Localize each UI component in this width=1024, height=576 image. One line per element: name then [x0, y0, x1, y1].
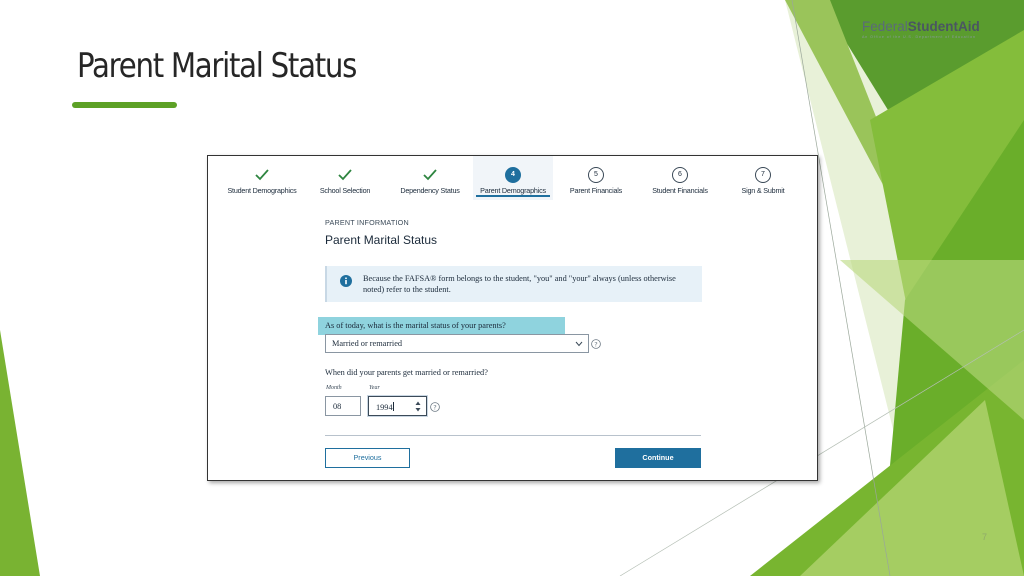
form-title: Parent Marital Status: [325, 233, 438, 247]
logo-student-aid: StudentAid: [907, 19, 980, 34]
step-label: School Selection: [319, 186, 371, 195]
step-label: Parent Financials: [569, 186, 623, 195]
marital-question-highlight: As of today, what is the marital status …: [318, 317, 565, 335]
page-number: 7: [982, 532, 988, 542]
step-label: Parent Demographics: [480, 186, 546, 195]
step-label: Student Financials: [652, 186, 708, 195]
month-value: 08: [333, 402, 342, 411]
step-school-selection[interactable]: School Selection: [316, 156, 374, 200]
help-icon[interactable]: ?: [430, 402, 440, 412]
month-label: Month: [326, 385, 342, 391]
step-number-7: 7: [755, 167, 771, 183]
step-label: Dependency Status: [400, 186, 460, 195]
step-label: Student Demographics: [227, 186, 297, 195]
check-icon: [255, 169, 269, 181]
month-input[interactable]: 08: [325, 396, 361, 416]
continue-button[interactable]: Continue: [615, 448, 701, 468]
step-student-financials[interactable]: 6 Student Financials: [645, 156, 715, 200]
info-icon: [340, 275, 352, 287]
marital-question: As of today, what is the marital status …: [325, 321, 506, 330]
progress-stepper: Student Demographics School Selection De…: [208, 156, 816, 202]
step-parent-financials[interactable]: 5 Parent Financials: [563, 156, 629, 200]
year-label: Year: [369, 385, 380, 391]
form-divider: [325, 435, 701, 436]
fafsa-form-screenshot: Student Demographics School Selection De…: [207, 155, 818, 481]
step-label: Sign & Submit: [741, 186, 785, 195]
svg-text:?: ?: [433, 403, 436, 411]
step-student-demographics[interactable]: Student Demographics: [208, 156, 316, 200]
year-value: 1994: [376, 403, 393, 412]
info-notice: Because the FAFSA® form belongs to the s…: [325, 266, 702, 302]
section-kicker: PARENT INFORMATION: [325, 218, 409, 227]
spinner-arrows-icon[interactable]: [415, 401, 421, 412]
step-number-4: 4: [505, 167, 521, 183]
year-input[interactable]: 1994: [368, 396, 427, 416]
slide-title: Parent Marital Status: [77, 46, 357, 86]
title-underline: [72, 102, 177, 108]
logo-federal: Federal: [862, 19, 908, 34]
marital-status-select[interactable]: Married or remarried: [325, 334, 589, 353]
step-number-5: 5: [588, 167, 604, 183]
svg-text:?: ?: [594, 340, 597, 348]
chevron-down-icon: [575, 341, 583, 347]
step-dependency-status[interactable]: Dependency Status: [390, 156, 470, 200]
step-sign-submit[interactable]: 7 Sign & Submit: [735, 156, 791, 200]
previous-button[interactable]: Previous: [325, 448, 410, 468]
check-icon: [423, 169, 437, 181]
marriage-date-question: When did your parents get married or rem…: [325, 368, 488, 377]
check-icon: [338, 169, 352, 181]
help-icon[interactable]: ?: [591, 339, 601, 349]
logo-tagline: An Office of the U.S. Department of Educ…: [862, 35, 976, 39]
step-number-6: 6: [672, 167, 688, 183]
step-parent-demographics[interactable]: 4 Parent Demographics: [473, 156, 553, 200]
federal-student-aid-logo: FederalStudentAid An Office of the U.S. …: [862, 19, 997, 43]
marital-status-value: Married or remarried: [332, 339, 403, 348]
active-step-indicator: [476, 195, 550, 197]
notice-text: Because the FAFSA® form belongs to the s…: [363, 274, 676, 294]
text-caret: [392, 402, 394, 411]
